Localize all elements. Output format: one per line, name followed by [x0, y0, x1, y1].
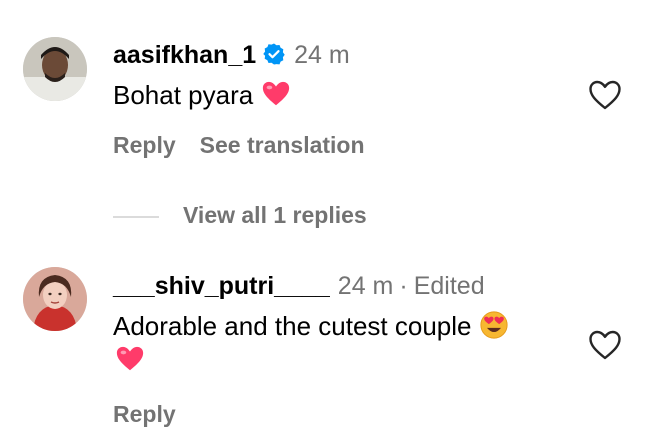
reply-button[interactable]: Reply [113, 132, 176, 158]
like-heart-icon[interactable] [588, 79, 622, 111]
avatar-image-icon [23, 37, 87, 101]
avatar[interactable] [23, 37, 87, 101]
comment-header: ___shiv_putri____ 24 m · Edited [113, 271, 485, 301]
see-translation-button[interactable]: See translation [200, 132, 365, 158]
divider-line [113, 215, 159, 218]
comment-text-content: Bohat pyara [113, 80, 254, 110]
verified-badge-icon [262, 42, 286, 66]
comment-time[interactable]: 24 m [294, 41, 350, 69]
heart-emoji-icon [261, 79, 291, 109]
heart-emoji-icon [115, 344, 145, 374]
avatar-image-icon [23, 267, 87, 331]
reply-button[interactable]: Reply [113, 401, 176, 427]
username[interactable]: aasifkhan_1 [113, 41, 256, 69]
view-replies-label: View all 1 replies [183, 202, 367, 228]
separator-dot: · [399, 272, 408, 300]
edited-label: Edited [413, 272, 485, 300]
heart-eyes-emoji-icon [479, 310, 509, 340]
comment-text-content: Adorable and the cutest couple [113, 311, 472, 341]
comment-actions: Reply See translation [113, 132, 389, 159]
comment-text: Bohat pyara [113, 78, 291, 112]
comment-header: aasifkhan_1 24 m [113, 40, 350, 70]
comment-text: Adorable and the cutest couple [113, 309, 583, 377]
view-replies-button[interactable]: View all 1 replies [113, 202, 367, 229]
comment-actions: Reply [113, 401, 200, 428]
comment-time[interactable]: 24 m [338, 272, 394, 300]
username[interactable]: ___shiv_putri____ [113, 272, 330, 300]
avatar[interactable] [23, 267, 87, 331]
like-heart-icon[interactable] [588, 329, 622, 361]
